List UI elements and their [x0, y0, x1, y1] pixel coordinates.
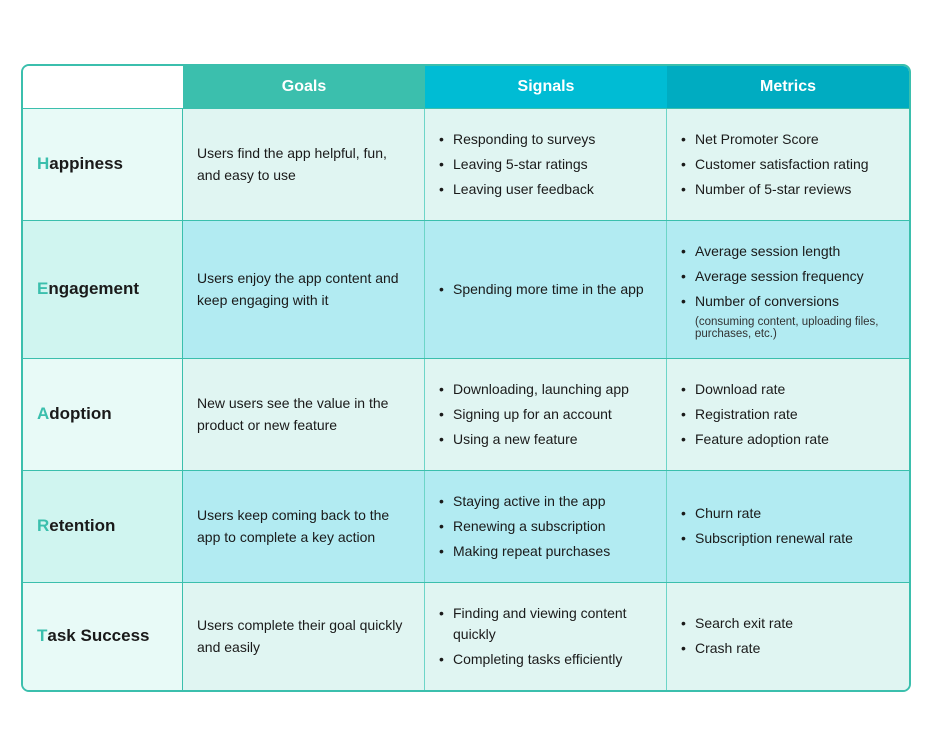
goal-text: Users complete their goal quickly and ea… [197, 614, 410, 659]
signals-cell-task-success: Finding and viewing content quicklyCompl… [425, 583, 667, 690]
label-rest: doption [49, 404, 111, 424]
label-rest: etention [49, 516, 115, 536]
signal-item: Renewing a subscription [439, 514, 610, 539]
goal-cell-engagement: Users enjoy the app content and keep eng… [183, 221, 425, 358]
header-goals: Goals [183, 66, 425, 108]
goal-cell-adoption: New users see the value in the product o… [183, 359, 425, 470]
metric-item: Number of conversions [681, 289, 895, 314]
signals-cell-adoption: Downloading, launching appSigning up for… [425, 359, 667, 470]
metric-item: Download rate [681, 377, 895, 402]
signal-item: Completing tasks efficiently [439, 647, 652, 672]
goal-text: New users see the value in the product o… [197, 392, 410, 437]
signal-item: Responding to surveys [439, 127, 595, 152]
metrics-cell-happiness: Net Promoter ScoreCustomer satisfaction … [667, 109, 909, 220]
goal-text: Users find the app helpful, fun, and eas… [197, 142, 410, 187]
label-rest: ask Success [47, 626, 149, 646]
signal-item: Signing up for an account [439, 402, 629, 427]
row-label-engagement: Engagement [23, 221, 183, 358]
row-adoption: Adoption New users see the value in the p… [23, 358, 909, 470]
label-accent: T [37, 626, 47, 646]
row-label-adoption: Adoption [23, 359, 183, 470]
goal-cell-retention: Users keep coming back to the app to com… [183, 471, 425, 582]
signal-item: Leaving 5-star ratings [439, 152, 595, 177]
row-label-retention: Retention [23, 471, 183, 582]
metric-item: Average session length [681, 239, 895, 264]
header-signals: Signals [425, 66, 667, 108]
row-label-happiness: Happiness [23, 109, 183, 220]
row-retention: Retention Users keep coming back to the a… [23, 470, 909, 582]
row-happiness: Happiness Users find the app helpful, fun… [23, 108, 909, 220]
metric-item: Average session frequency [681, 264, 895, 289]
goal-text: Users keep coming back to the app to com… [197, 504, 410, 549]
signals-cell-engagement: Spending more time in the app [425, 221, 667, 358]
row-engagement: Engagement Users enjoy the app content an… [23, 220, 909, 358]
label-rest: appiness [49, 154, 123, 174]
table-body: Happiness Users find the app helpful, fun… [23, 108, 909, 690]
metrics-note: (consuming content, uploading files, pur… [695, 316, 895, 340]
label-accent: H [37, 154, 49, 174]
signal-item: Using a new feature [439, 427, 629, 452]
goal-cell-task-success: Users complete their goal quickly and ea… [183, 583, 425, 690]
signals-cell-retention: Staying active in the appRenewing a subs… [425, 471, 667, 582]
label-accent: R [37, 516, 49, 536]
metric-item: Feature adoption rate [681, 427, 895, 452]
metric-item: Search exit rate [681, 611, 895, 636]
signal-item: Making repeat purchases [439, 539, 610, 564]
signal-item: Leaving user feedback [439, 177, 595, 202]
table-header: Goals Signals Metrics [23, 66, 909, 108]
metrics-cell-task-success: Search exit rateCrash rate [667, 583, 909, 690]
goal-cell-happiness: Users find the app helpful, fun, and eas… [183, 109, 425, 220]
metrics-cell-engagement: Average session lengthAverage session fr… [667, 221, 909, 358]
metric-item: Crash rate [681, 636, 895, 661]
signal-item: Downloading, launching app [439, 377, 629, 402]
signal-item: Staying active in the app [439, 489, 610, 514]
label-rest: ngagement [48, 279, 139, 299]
metric-item: Subscription renewal rate [681, 526, 895, 551]
metric-item: Churn rate [681, 501, 895, 526]
label-accent: E [37, 279, 48, 299]
header-metrics: Metrics [667, 66, 909, 108]
row-task-success: Task Success Users complete their goal qu… [23, 582, 909, 690]
metric-item: Registration rate [681, 402, 895, 427]
goal-text: Users enjoy the app content and keep eng… [197, 267, 410, 312]
metric-item: Number of 5-star reviews [681, 177, 895, 202]
label-accent: A [37, 404, 49, 424]
signal-item: Spending more time in the app [439, 277, 644, 302]
signals-cell-happiness: Responding to surveysLeaving 5-star rati… [425, 109, 667, 220]
hearts-table: Goals Signals Metrics Happiness Users fin… [21, 64, 911, 692]
metrics-cell-retention: Churn rateSubscription renewal rate [667, 471, 909, 582]
metrics-cell-adoption: Download rateRegistration rateFeature ad… [667, 359, 909, 470]
metric-item: Customer satisfaction rating [681, 152, 895, 177]
row-label-task-success: Task Success [23, 583, 183, 690]
metric-item: Net Promoter Score [681, 127, 895, 152]
header-empty [23, 66, 183, 108]
signal-item: Finding and viewing content quickly [439, 601, 652, 647]
